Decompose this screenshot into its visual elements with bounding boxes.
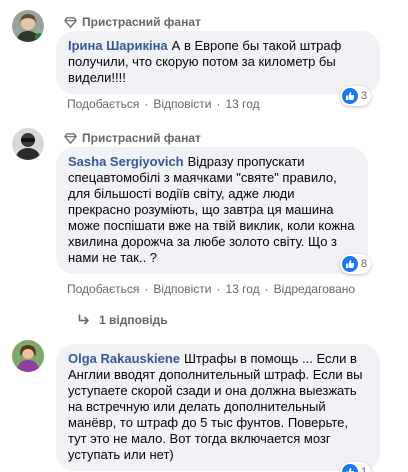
like-reaction-icon xyxy=(342,256,358,272)
reaction-count[interactable]: 8 xyxy=(340,254,372,274)
like-reaction-icon xyxy=(342,88,358,104)
comment-author[interactable]: Ірина Шарикіна xyxy=(68,38,168,53)
reaction-count[interactable]: 1 xyxy=(340,462,372,472)
fan-badge: Пристрасний фанат xyxy=(64,131,201,145)
diamond-icon xyxy=(64,16,77,28)
comment-text: Штрафы в помощь ... Если в Англии вводят… xyxy=(68,351,363,462)
avatar[interactable] xyxy=(12,340,44,372)
comment-timestamp[interactable]: 13 год xyxy=(225,97,259,111)
comment-bubble: Olga Rakauskiene Штрафы в помощь ... Если… xyxy=(56,344,380,471)
like-button[interactable]: Подобається xyxy=(67,282,139,296)
comment-bubble: Ірина Шарикіна А в Европе бы такой штраф … xyxy=(56,31,380,94)
reply-button[interactable]: Відповісти xyxy=(153,97,211,111)
comment-timestamp[interactable]: 13 год xyxy=(225,282,259,296)
reply-button[interactable]: Відповісти xyxy=(153,282,211,296)
reaction-count[interactable]: 3 xyxy=(340,86,372,106)
edited-label: Відредаговано xyxy=(273,282,356,296)
comment-author[interactable]: Olga Rakauskiene xyxy=(68,351,180,366)
like-reaction-icon xyxy=(342,464,358,472)
comment-author[interactable]: Sasha Sergiyovich xyxy=(68,154,184,169)
comment-actions: Подобається · Відповісти · 13 год xyxy=(67,97,260,111)
reply-arrow-icon xyxy=(78,314,89,325)
badge-label: Пристрасний фанат xyxy=(82,15,201,29)
fan-badge: Пристрасний фанат xyxy=(64,15,201,29)
comment-bubble: Sasha Sergiyovich Відразу пропускати спец… xyxy=(56,147,368,274)
view-replies-link[interactable]: 1 відповідь xyxy=(78,313,168,327)
avatar[interactable] xyxy=(12,10,44,42)
like-button[interactable]: Подобається xyxy=(67,97,139,111)
avatar[interactable] xyxy=(12,128,44,160)
badge-label: Пристрасний фанат xyxy=(82,131,201,145)
comment-text: Відразу пропускати спецавтомобілі з маяч… xyxy=(68,154,355,265)
comment-actions: Подобається · Відповісти · 13 год · Відр… xyxy=(67,282,356,296)
diamond-icon xyxy=(64,132,77,144)
